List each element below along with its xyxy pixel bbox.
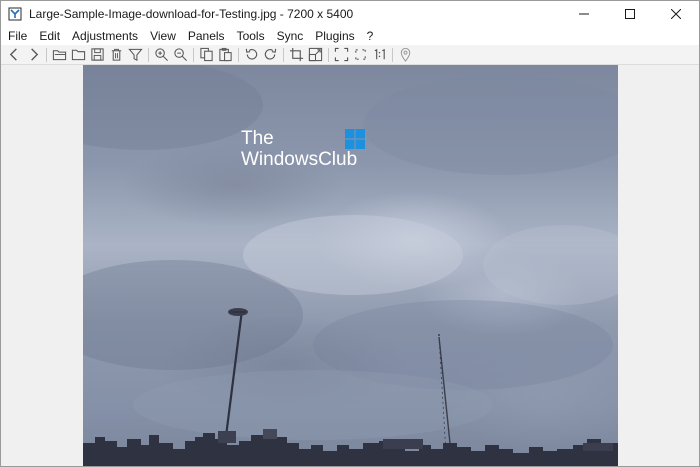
menu-adjustments[interactable]: Adjustments <box>66 27 144 45</box>
forward-button[interactable] <box>24 46 42 64</box>
menu-edit[interactable]: Edit <box>33 27 66 45</box>
minimize-button[interactable] <box>561 1 607 27</box>
delete-button[interactable] <box>107 46 125 64</box>
close-button[interactable] <box>653 1 699 27</box>
back-button[interactable] <box>5 46 23 64</box>
minimize-icon <box>579 13 589 15</box>
copy-button[interactable] <box>197 46 215 64</box>
folder-icon <box>71 49 85 61</box>
maximize-icon <box>625 9 635 19</box>
zoom-in-button[interactable] <box>152 46 170 64</box>
menu-help[interactable]: ? <box>361 27 380 45</box>
maximize-button[interactable] <box>607 1 653 27</box>
watermark-line2: WindowsClub <box>241 149 358 170</box>
folder-button[interactable] <box>69 46 87 64</box>
rotate-left-icon <box>245 48 257 60</box>
image-viewport[interactable]: The WindowsClub <box>1 65 699 466</box>
open-folder-button[interactable] <box>50 46 68 64</box>
filter-button[interactable] <box>126 46 144 64</box>
toolbar <box>1 45 699 65</box>
menu-file[interactable]: File <box>1 27 33 45</box>
filter-icon <box>127 48 143 61</box>
menu-tools[interactable]: Tools <box>231 27 271 45</box>
location-button[interactable] <box>396 46 414 64</box>
zoom-out-icon <box>173 48 187 61</box>
cloudy-sky-photo <box>83 65 618 466</box>
crop-icon <box>289 47 303 62</box>
toolbar-separator <box>46 47 47 62</box>
fit-icon <box>354 49 366 60</box>
delete-icon <box>111 48 121 61</box>
crop-button[interactable] <box>287 46 305 64</box>
location-icon <box>400 47 410 62</box>
back-icon <box>9 48 17 61</box>
image-canvas[interactable]: The WindowsClub <box>83 65 618 466</box>
actual-size-button[interactable] <box>370 46 388 64</box>
menu-panels[interactable]: Panels <box>182 27 231 45</box>
toolbar-separator <box>328 47 329 62</box>
save-button[interactable] <box>88 46 106 64</box>
menu-plugins[interactable]: Plugins <box>309 27 360 45</box>
rotate-right-button[interactable] <box>261 46 279 64</box>
paste-button[interactable] <box>216 46 234 64</box>
title-bar[interactable]: Large-Sample-Image-download-for-Testing.… <box>1 1 699 27</box>
rotate-left-button[interactable] <box>242 46 260 64</box>
rotate-right-icon <box>264 48 276 60</box>
save-icon <box>90 48 104 61</box>
windows-logo-icon <box>345 129 365 149</box>
copy-icon <box>199 47 213 62</box>
open-folder-icon <box>52 50 66 61</box>
zoom-in-icon <box>154 48 168 61</box>
fit-button[interactable] <box>351 46 369 64</box>
close-icon <box>671 9 681 19</box>
toolbar-separator <box>193 47 194 62</box>
toolbar-separator <box>392 47 393 62</box>
menu-sync[interactable]: Sync <box>271 27 310 45</box>
paste-icon <box>218 47 232 62</box>
toolbar-separator <box>238 47 239 62</box>
window-controls <box>561 1 699 27</box>
watermark: The WindowsClub <box>241 129 371 173</box>
app-window: Large-Sample-Image-download-for-Testing.… <box>0 0 700 467</box>
watermark-line1: The <box>241 128 274 149</box>
forward-icon <box>30 48 38 61</box>
toolbar-separator <box>283 47 284 62</box>
toolbar-separator <box>148 47 149 62</box>
resize-icon <box>308 47 322 62</box>
window-title: Large-Sample-Image-download-for-Testing.… <box>29 7 354 21</box>
fullscreen-icon <box>334 47 348 62</box>
fullscreen-button[interactable] <box>332 46 350 64</box>
resize-button[interactable] <box>306 46 324 64</box>
menu-view[interactable]: View <box>144 27 182 45</box>
app-logo-icon <box>7 6 23 22</box>
zoom-out-button[interactable] <box>171 46 189 64</box>
actual-size-icon <box>374 48 385 60</box>
menu-bar: File Edit Adjustments View Panels Tools … <box>1 27 699 45</box>
